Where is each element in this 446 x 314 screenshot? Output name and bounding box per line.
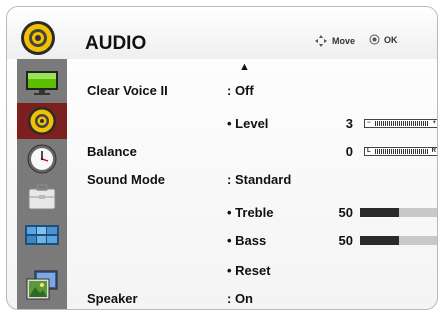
treble-value: 50	[338, 205, 353, 220]
balance-label[interactable]: Balance	[87, 144, 137, 159]
sound-mode-value[interactable]: : Standard	[227, 172, 291, 187]
scroll-up-arrow-icon[interactable]: ▲	[239, 61, 250, 73]
level-minus-icon: −	[367, 120, 371, 126]
level-slider[interactable]: − +	[364, 119, 437, 128]
move-hint: Move	[314, 34, 355, 48]
audio-menu-window: AUDIO Move OK ▲ Clear Voice II: Off • L…	[6, 6, 438, 310]
ok-button-icon	[369, 34, 380, 45]
balance-right-mark: R	[431, 148, 436, 154]
ok-hint: OK	[369, 34, 398, 45]
clear-voice-value[interactable]: : Off	[227, 83, 254, 98]
balance-left-mark: L	[367, 148, 371, 154]
sidebar-item-channel[interactable]	[17, 217, 67, 253]
menu-header: AUDIO Move OK	[7, 7, 437, 59]
clock-icon	[27, 144, 57, 174]
clear-voice-label[interactable]: Clear Voice II	[87, 83, 168, 98]
sound-mode-label[interactable]: Sound Mode	[87, 172, 165, 187]
bass-bar[interactable]	[360, 236, 437, 245]
navigation-arrows-icon	[315, 35, 327, 47]
level-plus-icon: +	[432, 120, 436, 126]
move-hint-label: Move	[332, 36, 356, 46]
sidebar-item-input[interactable]	[17, 265, 67, 307]
ok-hint-label: OK	[384, 34, 398, 45]
treble-bar-fill	[360, 208, 399, 217]
reset-option[interactable]: • Reset	[227, 263, 271, 278]
category-sidebar	[17, 59, 67, 309]
sidebar-item-time[interactable]	[17, 141, 67, 177]
level-slider-ticks	[375, 121, 428, 126]
speaker-icon	[21, 21, 55, 55]
page-title: AUDIO	[85, 33, 147, 54]
bass-label[interactable]: • Bass	[227, 233, 266, 248]
option-icon	[28, 184, 56, 210]
level-value: 3	[345, 116, 353, 131]
treble-label[interactable]: • Treble	[227, 205, 273, 220]
sidebar-item-audio[interactable]	[17, 103, 67, 139]
sidebar-item-picture[interactable]	[17, 65, 67, 101]
bass-value: 50	[338, 233, 353, 248]
input-icon	[26, 270, 58, 300]
treble-bar[interactable]	[360, 208, 437, 217]
balance-slider[interactable]: L R	[364, 147, 437, 156]
picture-icon	[26, 71, 58, 95]
balance-value: 0	[345, 144, 353, 159]
speaker-label[interactable]: Speaker	[87, 291, 138, 306]
level-label[interactable]: • Level	[227, 116, 268, 131]
speaker-value[interactable]: : On	[227, 291, 253, 306]
balance-slider-ticks	[375, 149, 428, 154]
sidebar-item-option[interactable]	[17, 179, 67, 215]
audio-icon	[28, 107, 56, 135]
bass-bar-fill	[360, 236, 399, 245]
channel-icon	[25, 225, 59, 245]
